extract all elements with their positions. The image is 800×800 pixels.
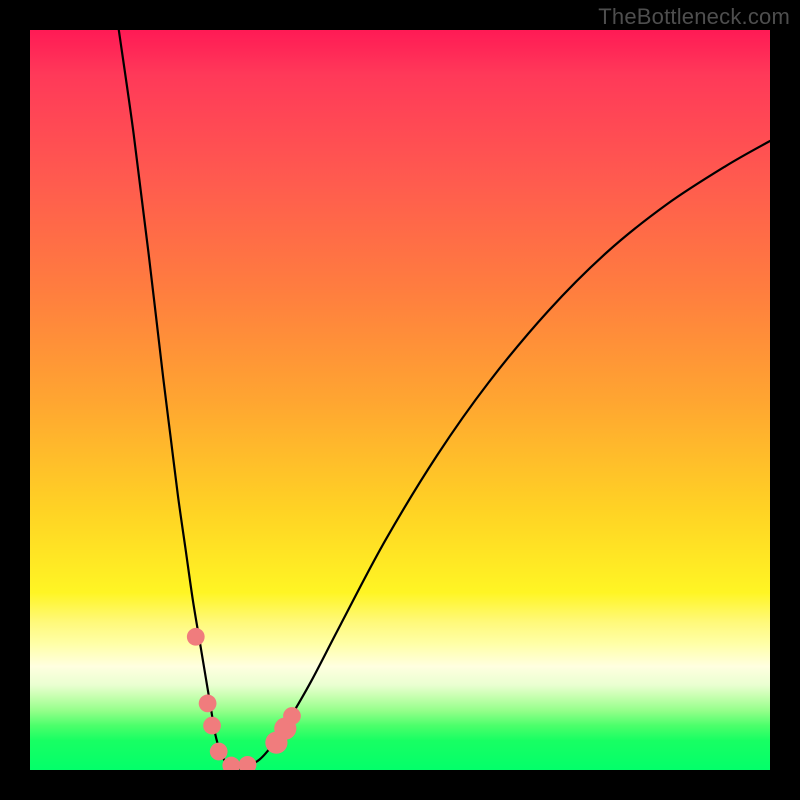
data-points	[187, 628, 301, 770]
data-point-p6	[239, 756, 257, 770]
data-point-p2	[199, 695, 217, 713]
data-point-p5	[222, 757, 240, 770]
data-point-p3	[203, 717, 221, 735]
plot-area	[30, 30, 770, 770]
watermark-label: TheBottleneck.com	[598, 4, 790, 30]
data-point-p9	[283, 707, 301, 725]
data-point-p1	[187, 628, 205, 646]
curve-layer	[30, 30, 770, 770]
chart-container: TheBottleneck.com	[0, 0, 800, 800]
data-point-p4	[210, 743, 228, 761]
bottleneck-curve	[119, 30, 770, 769]
